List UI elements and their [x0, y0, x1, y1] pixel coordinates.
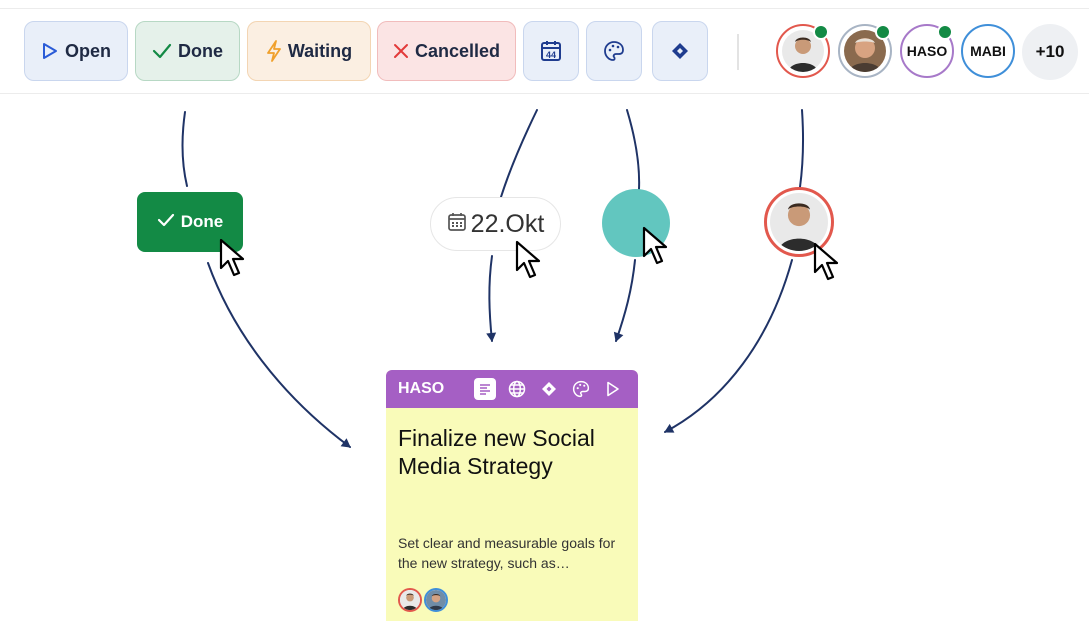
description-icon[interactable]: [474, 378, 496, 400]
play-outline-icon[interactable]: [602, 378, 624, 400]
card-description: Set clear and measurable goals for the n…: [398, 535, 616, 571]
diamond-icon[interactable]: [538, 378, 560, 400]
arrow-segment: [207, 262, 351, 448]
done-chip-label: Done: [180, 212, 224, 231]
globe-icon[interactable]: [506, 378, 528, 400]
user-photo-avatar: [398, 588, 422, 612]
mouse-cursor-icon: [642, 226, 668, 265]
calendar-icon: [447, 210, 467, 239]
mouse-cursor-icon: [813, 242, 839, 281]
card-owner-tag: HASO: [398, 380, 445, 397]
arrow-segment: [626, 109, 641, 190]
mouse-cursor-icon: [515, 240, 541, 279]
arrow-segment: [664, 259, 793, 433]
arrow-segment: [181, 111, 188, 187]
card-header-icons: [474, 378, 624, 400]
task-card[interactable]: HASO Finalize new Social Media Strategy …: [386, 370, 638, 621]
user-photo-avatar: [424, 588, 448, 612]
palette-icon[interactable]: [570, 378, 592, 400]
card-header: HASO: [386, 370, 638, 408]
arrow-segment: [799, 109, 805, 188]
arrow-segment: [500, 109, 538, 198]
arrow-segment: [486, 255, 497, 342]
arrow-segment: [613, 259, 636, 342]
card-assignees: [398, 588, 448, 612]
mouse-cursor-icon: [219, 238, 245, 277]
due-date-label: 22.Okt: [470, 209, 545, 238]
check-icon: [157, 212, 175, 233]
card-title: Finalize new Social Media Strategy: [398, 425, 595, 479]
